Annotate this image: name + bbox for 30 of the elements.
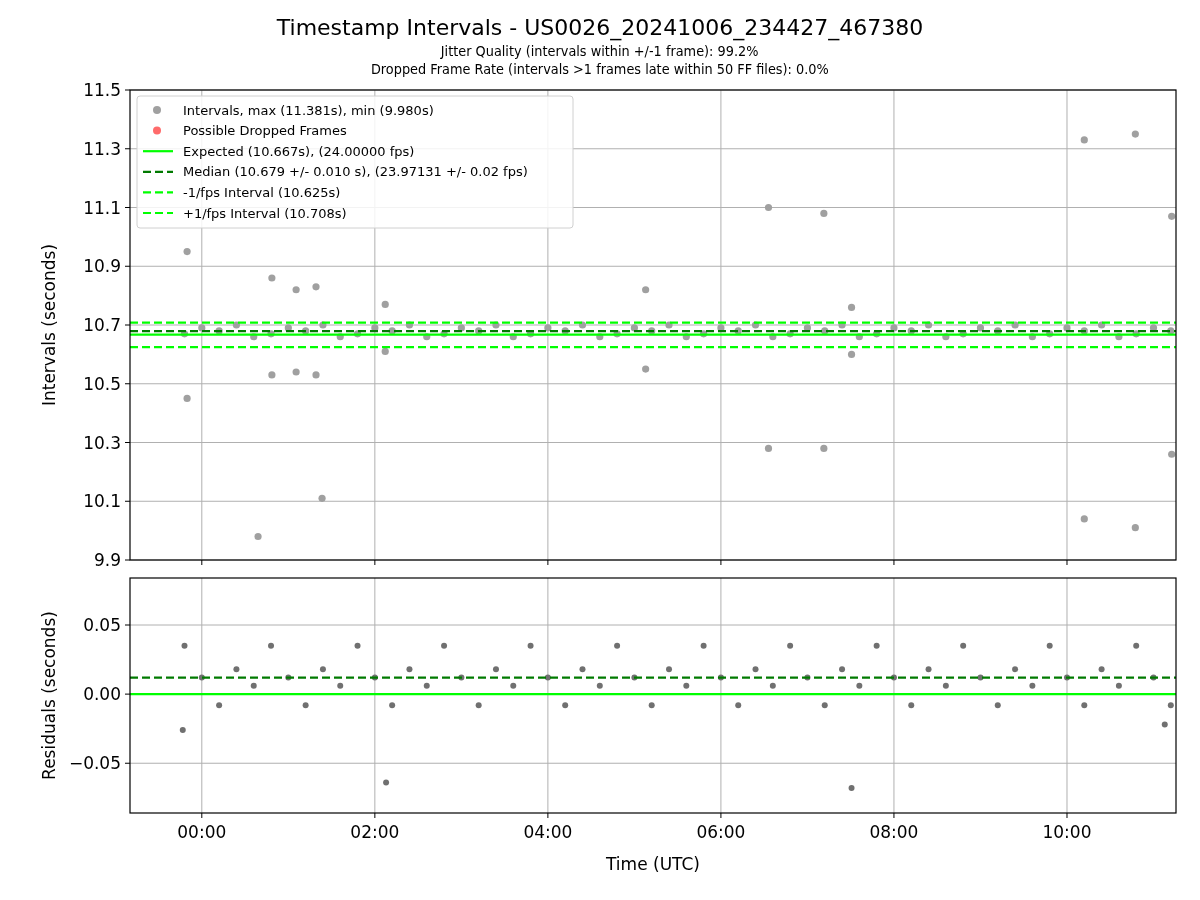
tick-label: 11.3	[83, 138, 121, 159]
tick-label: 9.9	[93, 550, 121, 570]
legend-label: Possible Dropped Frames	[183, 123, 347, 139]
tick-label: −0.05	[68, 753, 121, 774]
axis-label: Residuals (seconds)	[39, 611, 59, 780]
tick-label: 10.7	[83, 315, 121, 335]
tick-label: 04:00	[523, 822, 573, 842]
tick-label: 10.5	[83, 373, 121, 394]
tick-label: 06:00	[696, 822, 746, 842]
tick-label: 11.5	[83, 80, 121, 100]
tick-label: 0.00	[83, 684, 121, 705]
tick-label: 02:00	[350, 822, 400, 842]
legend-label: Expected (10.667s), (24.00000 fps)	[183, 143, 415, 159]
axis-label: Time (UTC)	[606, 854, 700, 874]
tick-label: 10.3	[83, 432, 121, 453]
tick-label: 10.9	[83, 256, 121, 277]
tick-label: 00:00	[177, 822, 227, 842]
legend-label: Intervals, max (11.381s), min (9.980s)	[183, 102, 434, 118]
tick-label: 10:00	[1042, 822, 1092, 842]
legend-label: +1/fps Interval (10.708s)	[183, 205, 347, 221]
legend-label: -1/fps Interval (10.625s)	[183, 184, 341, 200]
tick-label: 11.1	[83, 197, 121, 218]
chart-title: Timestamp Intervals - US0026_20241006_234427_467380	[276, 14, 924, 42]
chart-subtitle: Dropped Frame Rate (intervals >1 frames late within 50 FF files): 0.0%	[371, 60, 829, 78]
tick-label: 0.05	[83, 615, 121, 635]
chart-subtitle: Jitter Quality (intervals within +/-1 frame): 99.2%	[441, 42, 759, 60]
legend-label: Median (10.679 +/- 0.010 s), (23.97131 +/- 0.02 fps)	[183, 164, 528, 180]
tick-label: 08:00	[869, 822, 919, 842]
tick-label: 10.1	[83, 491, 121, 512]
axis-label: Intervals (seconds)	[39, 243, 59, 407]
